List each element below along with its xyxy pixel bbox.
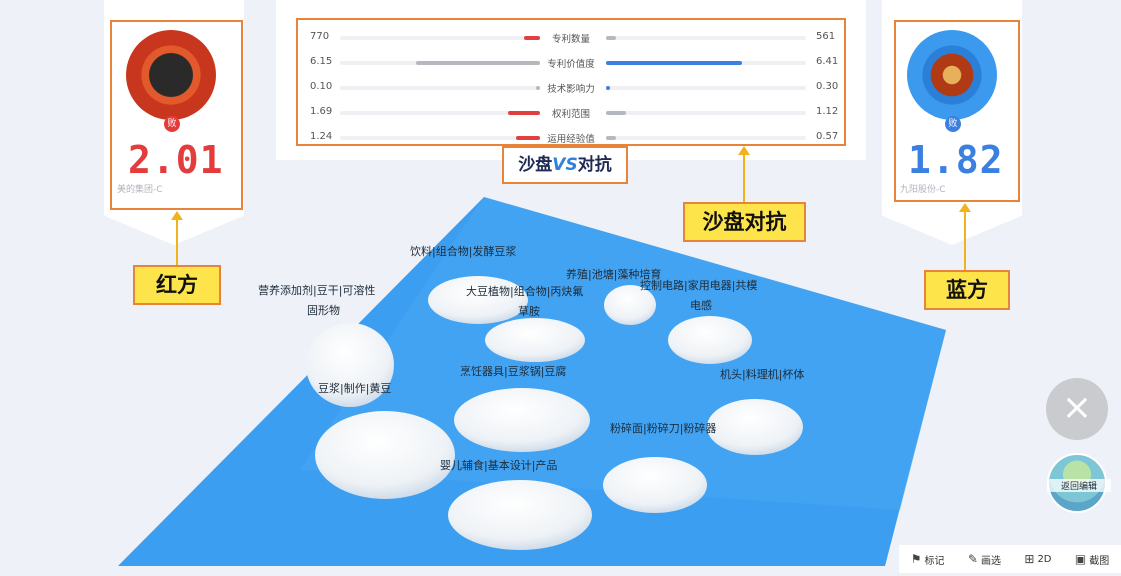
metric-name: 专利数量 <box>551 34 590 45</box>
blue-player-avatar <box>907 30 997 120</box>
blue-metric-value: 0.30 <box>816 81 839 92</box>
red-metric-bar <box>340 36 540 40</box>
blue-metric-value: 6.41 <box>816 56 839 67</box>
blue-metric-value: 561 <box>816 31 836 42</box>
pencil-icon: ✎ <box>967 552 978 566</box>
blue-metric-bar <box>606 111 806 115</box>
blue-metric-fill <box>606 111 626 115</box>
terrain-island <box>668 316 752 364</box>
metric-name: 权利范围 <box>551 109 590 120</box>
bottom-toolbar: ⚑ 标记 ✎ 画选 ⊞ 2D ▣ 截图 <box>899 545 1121 573</box>
vs-mark: VS <box>552 155 578 175</box>
blue-metric-bar <box>606 86 806 90</box>
red-company: 美的集团-C <box>117 185 163 195</box>
screenshot-button[interactable]: ▣ 截图 <box>1075 552 1109 567</box>
blue-callout: 蓝方 <box>924 270 1010 310</box>
terrain-island <box>603 457 707 513</box>
draw-select-tool-button[interactable]: ✎ 画选 <box>968 552 1001 567</box>
map-label[interactable]: 饮料|组合物|发酵豆浆 <box>410 243 516 259</box>
blue-arrow-line <box>964 210 966 270</box>
back-to-edit-button[interactable]: 返回编辑 <box>1047 453 1111 513</box>
map-label[interactable]: 电感 <box>690 297 712 313</box>
red-metric-value: 770 <box>310 31 330 42</box>
metric-name: 技术影响力 <box>547 84 595 95</box>
red-metric-fill <box>416 61 540 65</box>
blue-metric-bar <box>606 36 806 40</box>
blue-metric-value: 0.57 <box>816 131 839 142</box>
image-icon: ▣ <box>1074 552 1087 566</box>
terrain-island <box>454 388 590 452</box>
red-score: 2.01 <box>128 138 224 182</box>
blue-metric-value: 1.12 <box>816 106 839 117</box>
blue-result-badge: 败 <box>945 116 961 132</box>
map-label[interactable]: 营养添加剂|豆干|可溶性 <box>258 282 375 298</box>
red-metric-value: 1.24 <box>310 131 333 142</box>
flag-icon: ⚑ <box>910 552 922 566</box>
blue-metric-bar <box>606 61 806 65</box>
red-metric-bar <box>340 136 540 140</box>
map-label[interactable]: 婴儿辅食|基本设计|产品 <box>440 457 557 473</box>
mark-tool-button[interactable]: ⚑ 标记 <box>911 552 945 567</box>
blue-metric-bar <box>606 136 806 140</box>
map-label[interactable]: 豆浆|制作|黄豆 <box>318 380 391 396</box>
sandbox-logo: 沙盘VS对抗 <box>502 146 628 184</box>
map-label[interactable]: 烹饪器具|豆浆锅|豆腐 <box>460 363 566 379</box>
blue-metric-fill <box>606 136 616 140</box>
comparison-panel: 770 专利数量 561 6.15 专利价值度 6.41 0.10 技术影响力 0.30 1.69… <box>276 0 866 160</box>
map-label[interactable]: 固形物 <box>307 302 340 318</box>
metric-row: 1.69 权利范围 1.12 <box>276 101 866 125</box>
red-metric-fill <box>508 111 540 115</box>
terrain-island <box>448 480 592 550</box>
terrain-island <box>315 411 455 499</box>
close-icon: × <box>1061 387 1093 428</box>
back-to-edit-label: 返回编辑 <box>1047 479 1111 492</box>
red-player-avatar <box>126 30 216 120</box>
sandbox-arrow-line <box>743 153 745 203</box>
metric-name: 运用经验值 <box>547 134 595 145</box>
red-metric-bar <box>340 111 540 115</box>
red-metric-value: 6.15 <box>310 56 333 67</box>
grid-icon: ⊞ <box>1024 552 1035 566</box>
blue-metric-fill <box>606 61 742 65</box>
red-result-badge: 败 <box>164 116 180 132</box>
blue-company: 九阳股份-C <box>900 185 946 195</box>
sandbox-callout: 沙盘对抗 <box>683 202 806 242</box>
close-button[interactable]: × <box>1046 378 1108 440</box>
blue-metric-fill <box>606 86 610 90</box>
red-metric-value: 1.69 <box>310 106 333 117</box>
metric-row: 770 专利数量 561 <box>276 26 866 50</box>
terrain-island <box>485 318 585 362</box>
red-metric-value: 0.10 <box>310 81 333 92</box>
blue-score: 1.82 <box>908 138 1004 182</box>
red-metric-fill <box>516 136 540 140</box>
map-label[interactable]: 大豆植物|组合物|丙炔氟 <box>466 283 583 299</box>
view-2d-button[interactable]: ⊞ 2D <box>1024 552 1051 566</box>
map-label[interactable]: 机头|料理机|杯体 <box>720 366 804 382</box>
metric-row: 6.15 专利价值度 6.41 <box>276 51 866 75</box>
blue-metric-fill <box>606 36 616 40</box>
metric-row: 0.10 技术影响力 0.30 <box>276 76 866 100</box>
red-callout: 红方 <box>133 265 221 305</box>
map-label[interactable]: 草胺 <box>518 303 540 319</box>
red-arrow-line <box>176 218 178 266</box>
terrain-island <box>707 399 803 455</box>
red-metric-bar <box>340 61 540 65</box>
map-label[interactable]: 粉碎面|粉碎刀|粉碎器 <box>610 420 716 436</box>
red-metric-bar <box>340 86 540 90</box>
metric-name: 专利价值度 <box>547 59 595 70</box>
map-label[interactable]: 控制电路|家用电器|共模 <box>640 277 757 293</box>
